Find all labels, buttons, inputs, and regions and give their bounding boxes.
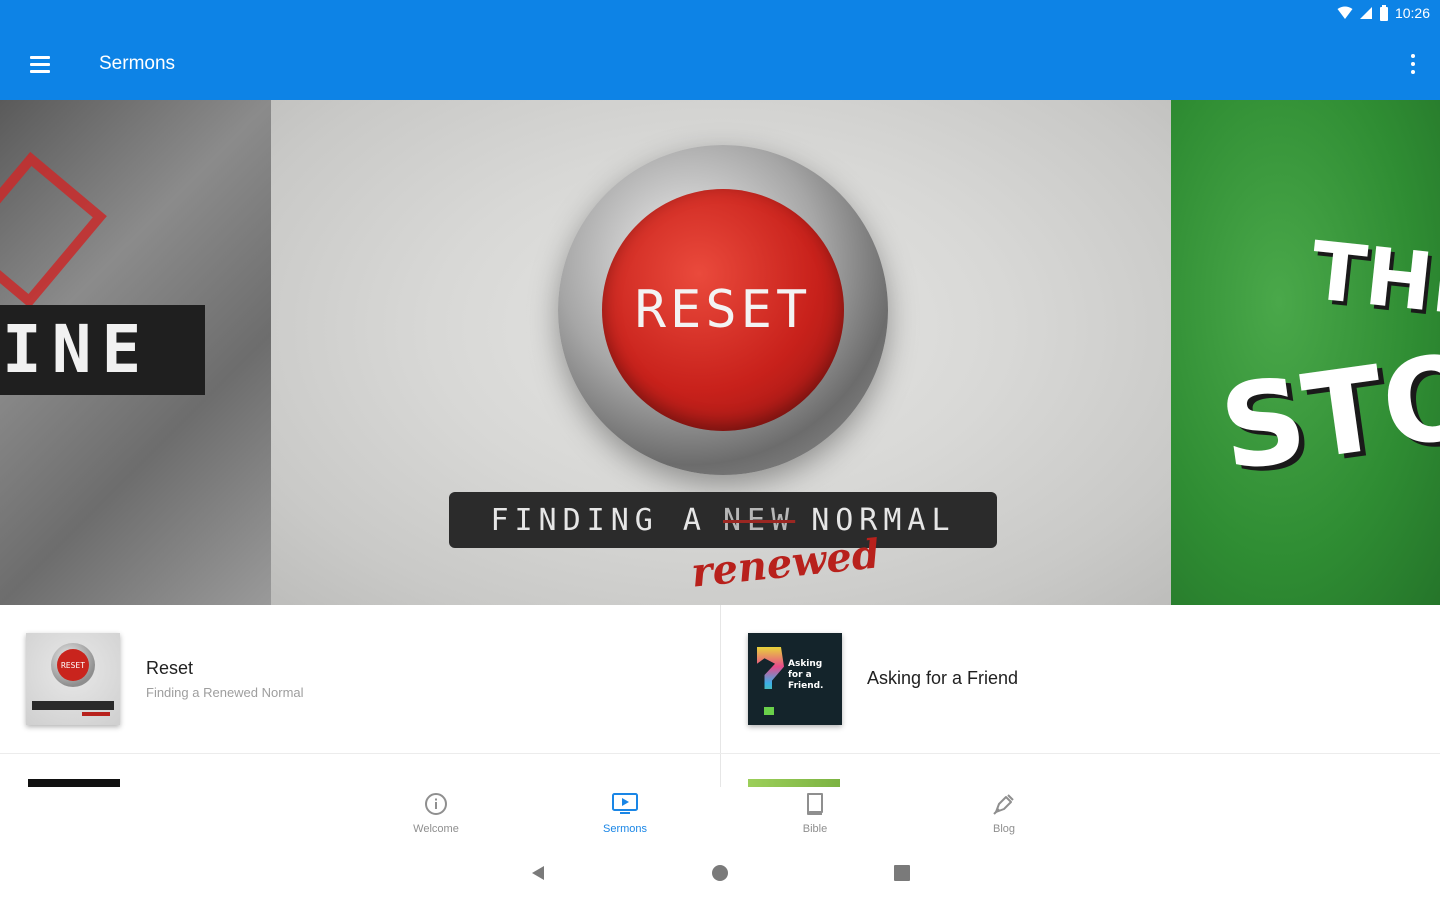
reset-button-face: RESET: [602, 189, 844, 431]
slide-title-line2: STO: [1212, 327, 1440, 498]
sermon-series-carousel[interactable]: INE RESET FINDING A NEW NORMAL renewed T…: [0, 100, 1440, 605]
series-title: Asking for a Friend: [867, 668, 1019, 688]
series-subtitle: Finding a Renewed Normal: [146, 685, 304, 700]
list-item-peek[interactable]: [748, 779, 840, 787]
wifi-icon: [1337, 6, 1353, 19]
question-mark-dot: [764, 707, 774, 715]
thumb-text: Asking for a Friend.: [788, 659, 824, 691]
system-navigation-bar: [0, 845, 1440, 900]
question-mark-graphic: [757, 647, 784, 689]
recents-icon[interactable]: [890, 861, 914, 885]
sermon-series-list: RESET Reset Finding a Renewed Normal Ask…: [0, 605, 1440, 787]
back-icon[interactable]: [526, 861, 550, 885]
nav-item-bible[interactable]: Bible: [760, 791, 870, 843]
tagline-struck-word: NEW: [723, 502, 796, 538]
status-bar: 10:26: [0, 0, 1440, 28]
page-title: Sermons: [99, 53, 176, 74]
bottom-navigation: Welcome Sermons Bible Blog: [0, 787, 1440, 845]
nav-label: Bible: [802, 823, 828, 835]
cell-signal-icon: [1359, 7, 1372, 19]
reset-button-graphic: RESET: [558, 145, 888, 475]
series-tagline: FINDING A NEW NORMAL: [449, 492, 997, 548]
stamp-graphic: [0, 151, 107, 309]
nav-label: Blog: [992, 823, 1016, 835]
slide-title-line1: THE: [1306, 224, 1440, 335]
carousel-slide-current[interactable]: RESET FINDING A NEW NORMAL renewed: [271, 100, 1171, 605]
info-icon: [423, 791, 449, 817]
nav-label: Welcome: [413, 823, 459, 835]
home-icon[interactable]: [708, 861, 732, 885]
carousel-slide-previous[interactable]: INE: [0, 100, 271, 605]
row-divider: [0, 753, 1440, 754]
series-title: Reset: [146, 658, 194, 678]
slide-word: INE: [0, 305, 205, 395]
sermons-icon: [612, 791, 638, 817]
bible-icon: [802, 791, 828, 817]
list-item[interactable]: Asking for a Friend. Asking for a Friend: [721, 605, 1440, 753]
status-icons: 10:26: [1337, 5, 1430, 21]
blog-icon: [991, 791, 1017, 817]
nav-label: Sermons: [602, 823, 648, 835]
list-item-peek[interactable]: [28, 779, 120, 787]
tagline-start: FINDING A: [490, 502, 707, 538]
status-time: 10:26: [1394, 5, 1430, 21]
thumb-ring: RESET: [51, 643, 95, 687]
app-bar: Sermons: [0, 28, 1440, 100]
nav-item-sermons[interactable]: Sermons: [570, 791, 680, 843]
thumb-bar: [32, 701, 114, 710]
thumb-button: RESET: [57, 649, 89, 681]
series-thumbnail: RESET: [26, 633, 120, 725]
thumb-accent: [82, 712, 110, 716]
carousel-slide-next[interactable]: THE STO: [1171, 100, 1440, 605]
nav-item-welcome[interactable]: Welcome: [381, 791, 491, 843]
battery-icon: [1379, 5, 1388, 21]
tagline-end: NORMAL: [811, 502, 956, 538]
series-thumbnail: Asking for a Friend.: [748, 633, 842, 725]
hamburger-menu-icon[interactable]: [22, 48, 58, 80]
more-vert-icon[interactable]: [1406, 50, 1420, 78]
list-item[interactable]: RESET Reset Finding a Renewed Normal: [0, 605, 720, 753]
nav-item-blog[interactable]: Blog: [949, 791, 1059, 843]
